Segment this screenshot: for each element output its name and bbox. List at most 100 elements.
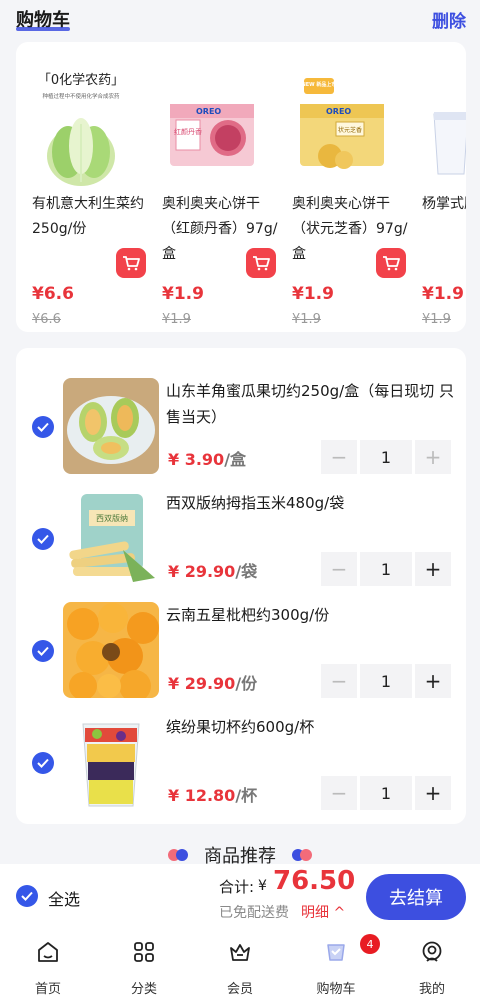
- item-name: 云南五星枇杷约300g/份: [166, 606, 330, 624]
- header: 购物车 删除: [0, 0, 480, 40]
- detail-toggle[interactable]: 明细 ^: [301, 902, 345, 922]
- check-icon: [37, 646, 49, 656]
- rec-item-name: 杨掌式肥: [422, 196, 466, 212]
- rec-item-old-price: ¥1.9: [422, 312, 451, 327]
- add-to-cart-button[interactable]: [116, 248, 146, 278]
- corn-image: 西双版纳: [63, 490, 159, 586]
- rec-item-old-price: ¥1.9: [292, 312, 321, 327]
- svg-text:种植过程中不使用化学合成农药: 种植过程中不使用化学合成农药: [42, 92, 120, 100]
- check-icon: [21, 891, 33, 901]
- check-icon: [37, 758, 49, 768]
- tab-bar: 首页 分类 会员 购物车 我的: [0, 930, 480, 996]
- title-underline: [16, 27, 70, 31]
- rec-item[interactable]: NEW 新品上市 状元芝香 OREO 奥利奥夹心饼干（状元芝香）97g/盒 ¥1…: [276, 42, 407, 332]
- decrease-button[interactable]: −: [321, 440, 357, 474]
- total-currency: ¥: [258, 878, 267, 894]
- svg-text:「0化学农药」: 「0化学农药」: [38, 72, 124, 88]
- quantity-stepper[interactable]: − 1 +: [321, 776, 451, 810]
- cart-icon: [123, 256, 140, 271]
- cart-row[interactable]: 西双版纳 西双版纳拇指玉米480g/袋 ¥ 29.90/袋 − 1 +: [16, 482, 466, 594]
- decor-dots-left: [168, 849, 190, 861]
- cart-row[interactable]: 缤纷果切杯约600g/杯 ¥ 12.80/杯 − 1 +: [16, 706, 466, 818]
- decrease-button[interactable]: −: [321, 776, 357, 810]
- profile-icon: [422, 941, 442, 962]
- increase-button[interactable]: +: [415, 776, 451, 810]
- tab-label: 首页: [34, 982, 61, 996]
- cart-icon: [253, 256, 270, 271]
- item-checkbox[interactable]: [32, 528, 54, 550]
- increase-button[interactable]: +: [415, 664, 451, 698]
- quantity-stepper[interactable]: − 1 +: [321, 552, 451, 586]
- oreo-red-image: 红颜丹香 OREO: [156, 64, 266, 194]
- item-name: 山东羊角蜜瓜果切约250g/盒（每日现切 只售当天）: [166, 382, 454, 426]
- cart-list: 山东羊角蜜瓜果切约250g/盒（每日现切 只售当天） ¥ 3.90/盒 − 1 …: [16, 348, 466, 824]
- item-name: 缤纷果切杯约600g/杯: [166, 718, 315, 736]
- decrease-button[interactable]: −: [321, 552, 357, 586]
- rec-item-price: ¥1.9: [162, 284, 204, 304]
- add-to-cart-button[interactable]: [376, 248, 406, 278]
- select-all-checkbox[interactable]: [16, 885, 38, 907]
- cart-row[interactable]: 云南五星枇杷约300g/份 ¥ 29.90/份 − 1 +: [16, 594, 466, 706]
- delete-button[interactable]: 删除: [432, 7, 466, 32]
- crown-icon: [230, 944, 250, 961]
- select-all-label[interactable]: 全选: [48, 886, 80, 910]
- svg-text:OREO: OREO: [326, 107, 351, 116]
- tab-member[interactable]: 会员: [205, 936, 275, 996]
- decor-dots-right: [292, 849, 314, 861]
- tab-home[interactable]: 首页: [13, 936, 83, 996]
- rec-item-price: ¥1.9: [292, 284, 334, 304]
- item-checkbox[interactable]: [32, 640, 54, 662]
- tab-label: 购物车: [316, 982, 356, 996]
- rec-item[interactable]: 「0化学农药」 种植过程中不使用化学合成农药 有机意大利生菜约250g/份 ¥6…: [16, 42, 146, 332]
- check-icon: [37, 534, 49, 544]
- rec-item-price: ¥6.6: [32, 284, 74, 304]
- cart-count-badge: 4: [360, 934, 380, 954]
- item-name: 西双版纳拇指玉米480g/袋: [166, 494, 345, 512]
- recommendation-strip[interactable]: 「0化学农药」 种植过程中不使用化学合成农药 有机意大利生菜约250g/份 ¥6…: [16, 42, 466, 332]
- increase-button[interactable]: +: [415, 440, 451, 474]
- checkout-button[interactable]: 去结算: [366, 874, 466, 920]
- rec-item[interactable]: 红颜丹香 OREO 奥利奥夹心饼干（红颜丹香）97g/盒 ¥1.9 ¥1.9: [146, 42, 277, 332]
- cart-row[interactable]: 山东羊角蜜瓜果切约250g/盒（每日现切 只售当天） ¥ 3.90/盒 − 1 …: [16, 370, 466, 482]
- quantity-value[interactable]: 1: [360, 776, 412, 810]
- quantity-value[interactable]: 1: [360, 664, 412, 698]
- total-amount: 76.50: [273, 866, 356, 896]
- tab-profile[interactable]: 我的: [397, 936, 467, 996]
- total-label: 合计:: [219, 878, 255, 896]
- quantity-stepper[interactable]: − 1 +: [321, 664, 451, 698]
- quantity-value[interactable]: 1: [360, 552, 412, 586]
- add-to-cart-button[interactable]: [246, 248, 276, 278]
- item-price: ¥ 29.90/份: [168, 674, 258, 693]
- cart-icon: [327, 944, 345, 961]
- tab-label: 会员: [226, 982, 253, 996]
- increase-button[interactable]: +: [415, 552, 451, 586]
- item-checkbox[interactable]: [32, 752, 54, 774]
- quantity-stepper[interactable]: − 1 +: [321, 440, 451, 474]
- item-price: ¥ 29.90/袋: [168, 562, 258, 581]
- shipping-note: 已免配送费: [219, 905, 289, 921]
- rec-item[interactable]: 杨掌式肥 ¥1.9 ¥1.9: [406, 42, 466, 332]
- svg-text:OREO: OREO: [196, 107, 221, 116]
- rec-item-name: 有机意大利生菜约250g/份: [32, 196, 144, 237]
- svg-text:NEW 新品上市: NEW 新品上市: [302, 81, 337, 88]
- item-checkbox[interactable]: [32, 416, 54, 438]
- fruit-cup-image: [63, 714, 159, 810]
- tab-category[interactable]: 分类: [109, 936, 179, 996]
- svg-text:状元芝香: 状元芝香: [338, 126, 362, 134]
- svg-text:红颜丹香: 红颜丹香: [174, 127, 202, 136]
- home-icon: [38, 942, 58, 962]
- category-icon: [134, 942, 154, 962]
- tab-label: 我的: [418, 982, 445, 996]
- rec-item-old-price: ¥6.6: [32, 312, 61, 327]
- svg-text:西双版纳: 西双版纳: [96, 513, 128, 523]
- checkout-bar: 全选 合计: ¥ 76.50 已免配送费 明细 ^ 去结算: [0, 864, 480, 930]
- rec-item-old-price: ¥1.9: [162, 312, 191, 327]
- melon-image: [63, 378, 159, 474]
- decrease-button[interactable]: −: [321, 664, 357, 698]
- cart-icon: [383, 256, 400, 271]
- quantity-value[interactable]: 1: [360, 440, 412, 474]
- item-price: ¥ 3.90/盒: [168, 450, 247, 469]
- tab-label: 分类: [130, 982, 157, 996]
- yogurt-image: [424, 64, 466, 194]
- check-icon: [37, 422, 49, 432]
